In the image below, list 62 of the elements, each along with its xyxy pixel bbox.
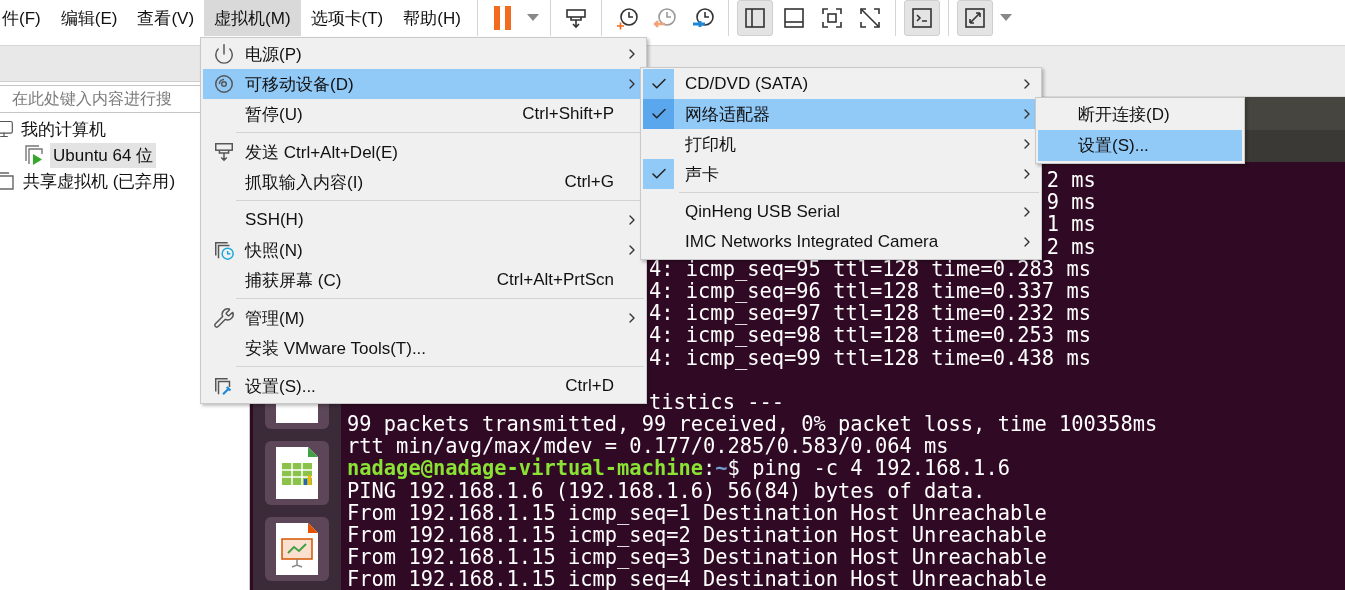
power-icon — [213, 43, 235, 65]
terminal-icon — [909, 6, 934, 30]
menu-item[interactable]: 件(F) — [0, 0, 51, 36]
spreadsheet-app-icon — [274, 445, 320, 501]
expand-icon — [962, 6, 987, 30]
menu-option[interactable]: 管理(M) — [203, 303, 644, 333]
menu-option[interactable]: 电源(P) — [203, 39, 644, 69]
menu-option[interactable]: 设置(S)... Ctrl+D — [203, 371, 644, 401]
menu-option[interactable]: 捕获屏幕 (C) Ctrl+Alt+PrtScn — [203, 265, 644, 295]
sidebar-layout-icon — [742, 6, 767, 30]
toolbar-button[interactable] — [736, 0, 773, 36]
clock-arrow-icon — [652, 6, 677, 30]
menu-item[interactable]: 选项卡(T) — [300, 0, 394, 36]
menu-option[interactable]: QinHeng USB Serial — [643, 197, 1039, 227]
launcher-tile[interactable] — [265, 441, 329, 505]
menu-option[interactable]: 断开连接(D) — [1038, 99, 1242, 130]
menu-option[interactable]: 打印机 — [643, 129, 1039, 159]
launcher-tile[interactable] — [265, 517, 329, 581]
clock-wrench-icon — [690, 6, 715, 30]
terminal-line: 2 ms — [1046, 234, 1096, 259]
menu-option[interactable]: SSH(H) — [203, 205, 644, 235]
menu-option[interactable]: 设置(S)... — [1038, 130, 1242, 161]
caret-icon — [999, 14, 1012, 22]
tree-item[interactable]: 我的计算机 — [18, 116, 109, 142]
tree-item[interactable]: 共享虚拟机 (已弃用) — [20, 168, 179, 194]
menu-item[interactable]: 查看(V) — [127, 0, 205, 36]
terminal-line: 1 ms — [1046, 212, 1096, 237]
shared-vm-icon — [0, 170, 16, 192]
fit-frame-icon — [819, 6, 844, 30]
menu-option[interactable]: 抓取输入内容(I) Ctrl+G — [203, 167, 644, 197]
menu-option[interactable]: 快照(N) — [203, 235, 644, 265]
toolbar-button[interactable] — [903, 0, 940, 36]
bottom-panel-icon — [781, 6, 806, 30]
terminal-line: tistics --- — [649, 389, 785, 414]
menu-item[interactable]: 帮助(H) — [393, 0, 471, 36]
disc-icon — [213, 73, 235, 95]
terminal-line: PING 192.168.1.6 (192.168.1.6) 56(84) bytes of data. — [347, 478, 986, 503]
tree-item[interactable]: Ubuntu 64 位 — [50, 142, 157, 168]
keyboard-arrow-icon — [563, 6, 588, 30]
terminal-line: 9 ms — [1046, 190, 1096, 215]
wrench-icon — [213, 307, 235, 329]
menu-item[interactable]: 编辑(E) — [50, 0, 128, 36]
vm-running-icon — [24, 144, 46, 166]
menu-option[interactable]: 安装 VMware Tools(T)... — [203, 333, 644, 363]
terminal-line: 4: icmp_seq=95 ttl=128 time=0.283 ms — [649, 256, 1091, 281]
menu-option[interactable]: CD/DVD (SATA) — [643, 69, 1039, 99]
menu-option[interactable]: IMC Networks Integrated Camera — [643, 227, 1039, 257]
menu-option[interactable]: 声卡 — [643, 159, 1039, 189]
pause-icon — [491, 5, 514, 31]
terminal-line: 99 packets transmitted, 99 received, 0% packet loss, time 100358ms — [347, 412, 1158, 437]
computer-icon — [0, 119, 14, 139]
terminal-line: nadage@nadage-virtual-machine:~$ ping -c 4 192.168.1.6 — [347, 456, 1010, 481]
crossed-frame-icon — [857, 6, 882, 30]
keyboard-arrow-icon — [213, 141, 235, 163]
terminal-line: 2 ms — [1046, 168, 1096, 192]
clock-plus-icon — [614, 6, 639, 30]
presentation-app-icon — [274, 521, 320, 577]
menu-item[interactable]: 虚拟机(M) — [204, 0, 301, 36]
caret-icon — [526, 14, 539, 22]
toolbar-button[interactable] — [956, 0, 993, 36]
snapshot-clock-icon — [213, 239, 235, 261]
menu-option[interactable]: 发送 Ctrl+Alt+Del(E) — [203, 137, 644, 167]
